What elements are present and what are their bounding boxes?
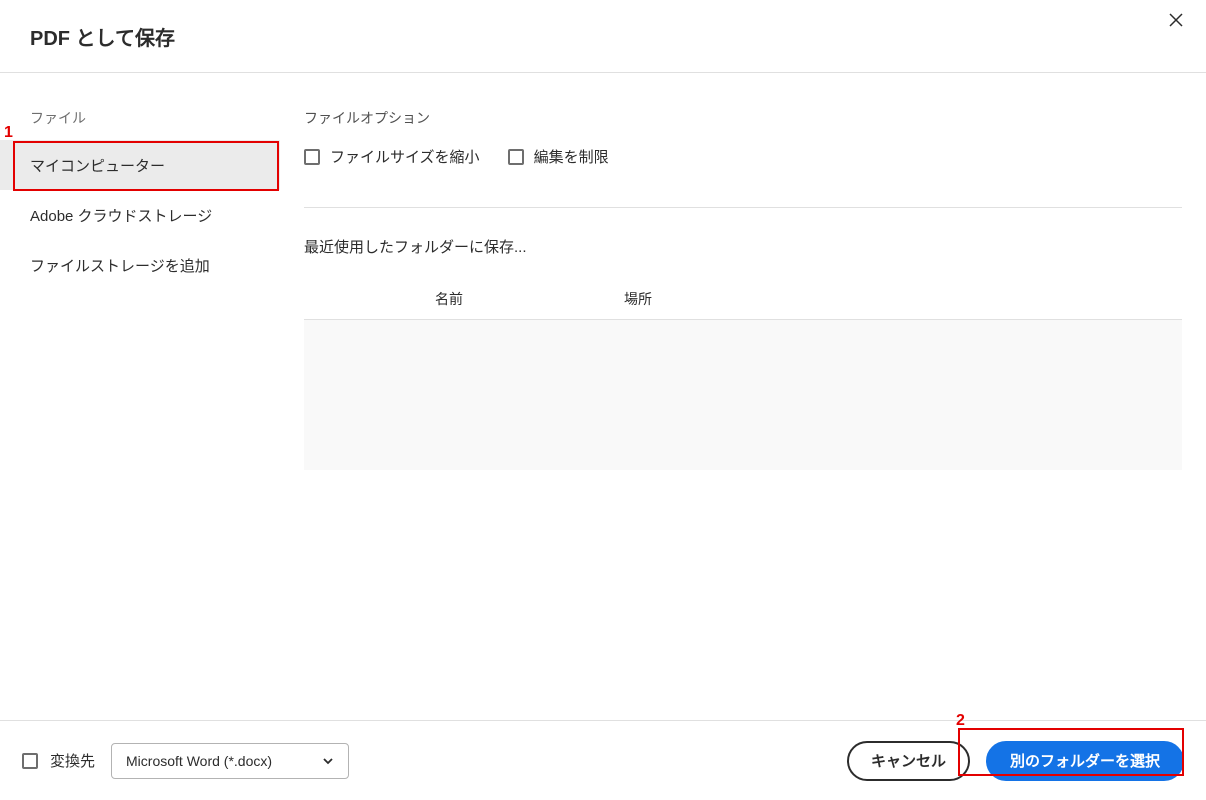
restrict-edit-option[interactable]: 編集を制限	[508, 146, 609, 167]
file-options-label: ファイルオプション	[304, 108, 1182, 128]
close-icon	[1168, 12, 1184, 28]
button-label: キャンセル	[871, 750, 946, 771]
recent-folders-section: 最近使用したフォルダーに保存... 名前 場所	[304, 207, 1182, 470]
sidebar: ファイル マイコンピューター Adobe クラウドストレージ ファイルストレージ…	[0, 73, 280, 720]
column-name: 名前	[304, 289, 594, 309]
select-folder-button[interactable]: 別のフォルダーを選択	[986, 741, 1184, 781]
file-options-row: ファイルサイズを縮小 編集を制限	[304, 146, 1182, 167]
sidebar-item-label: Adobe クラウドストレージ	[30, 205, 212, 226]
sidebar-item-label: ファイルストレージを追加	[30, 255, 210, 276]
button-label: 別のフォルダーを選択	[1010, 750, 1160, 771]
footer-left: 変換先 Microsoft Word (*.docx)	[22, 743, 349, 779]
reduce-size-option[interactable]: ファイルサイズを縮小	[304, 146, 480, 167]
dropdown-value: Microsoft Word (*.docx)	[126, 753, 272, 769]
sidebar-item-addstorage[interactable]: ファイルストレージを追加	[0, 240, 280, 290]
chevron-down-icon	[322, 755, 334, 767]
dialog-header: PDF として保存	[0, 0, 1206, 73]
sidebar-item-mycomputer[interactable]: マイコンピューター	[0, 140, 280, 190]
checkbox-icon	[22, 753, 38, 769]
table-header: 名前 場所	[304, 279, 1182, 320]
main-panel: ファイルオプション ファイルサイズを縮小 編集を制限 最近使用したフォルダーに保…	[280, 73, 1206, 720]
recent-folders-label: 最近使用したフォルダーに保存...	[304, 236, 1182, 257]
close-button[interactable]	[1164, 8, 1188, 32]
convert-to-option[interactable]: 変換先	[22, 750, 95, 771]
footer-right: キャンセル 別のフォルダーを選択	[847, 741, 1184, 781]
column-location: 場所	[594, 289, 1182, 309]
dialog-footer: 変換先 Microsoft Word (*.docx) キャンセル 別のフォルダ…	[0, 720, 1206, 800]
option-label: ファイルサイズを縮小	[330, 146, 480, 167]
dialog-content: ファイル マイコンピューター Adobe クラウドストレージ ファイルストレージ…	[0, 73, 1206, 720]
convert-label: 変換先	[50, 750, 95, 771]
sidebar-item-label: マイコンピューター	[30, 155, 165, 176]
dialog-title: PDF として保存	[30, 22, 175, 51]
sidebar-section-label: ファイル	[0, 108, 280, 140]
convert-format-dropdown[interactable]: Microsoft Word (*.docx)	[111, 743, 349, 779]
cancel-button[interactable]: キャンセル	[847, 741, 970, 781]
sidebar-item-adobecloud[interactable]: Adobe クラウドストレージ	[0, 190, 280, 240]
checkbox-icon	[508, 149, 524, 165]
table-body	[304, 320, 1182, 470]
checkbox-icon	[304, 149, 320, 165]
option-label: 編集を制限	[534, 146, 609, 167]
